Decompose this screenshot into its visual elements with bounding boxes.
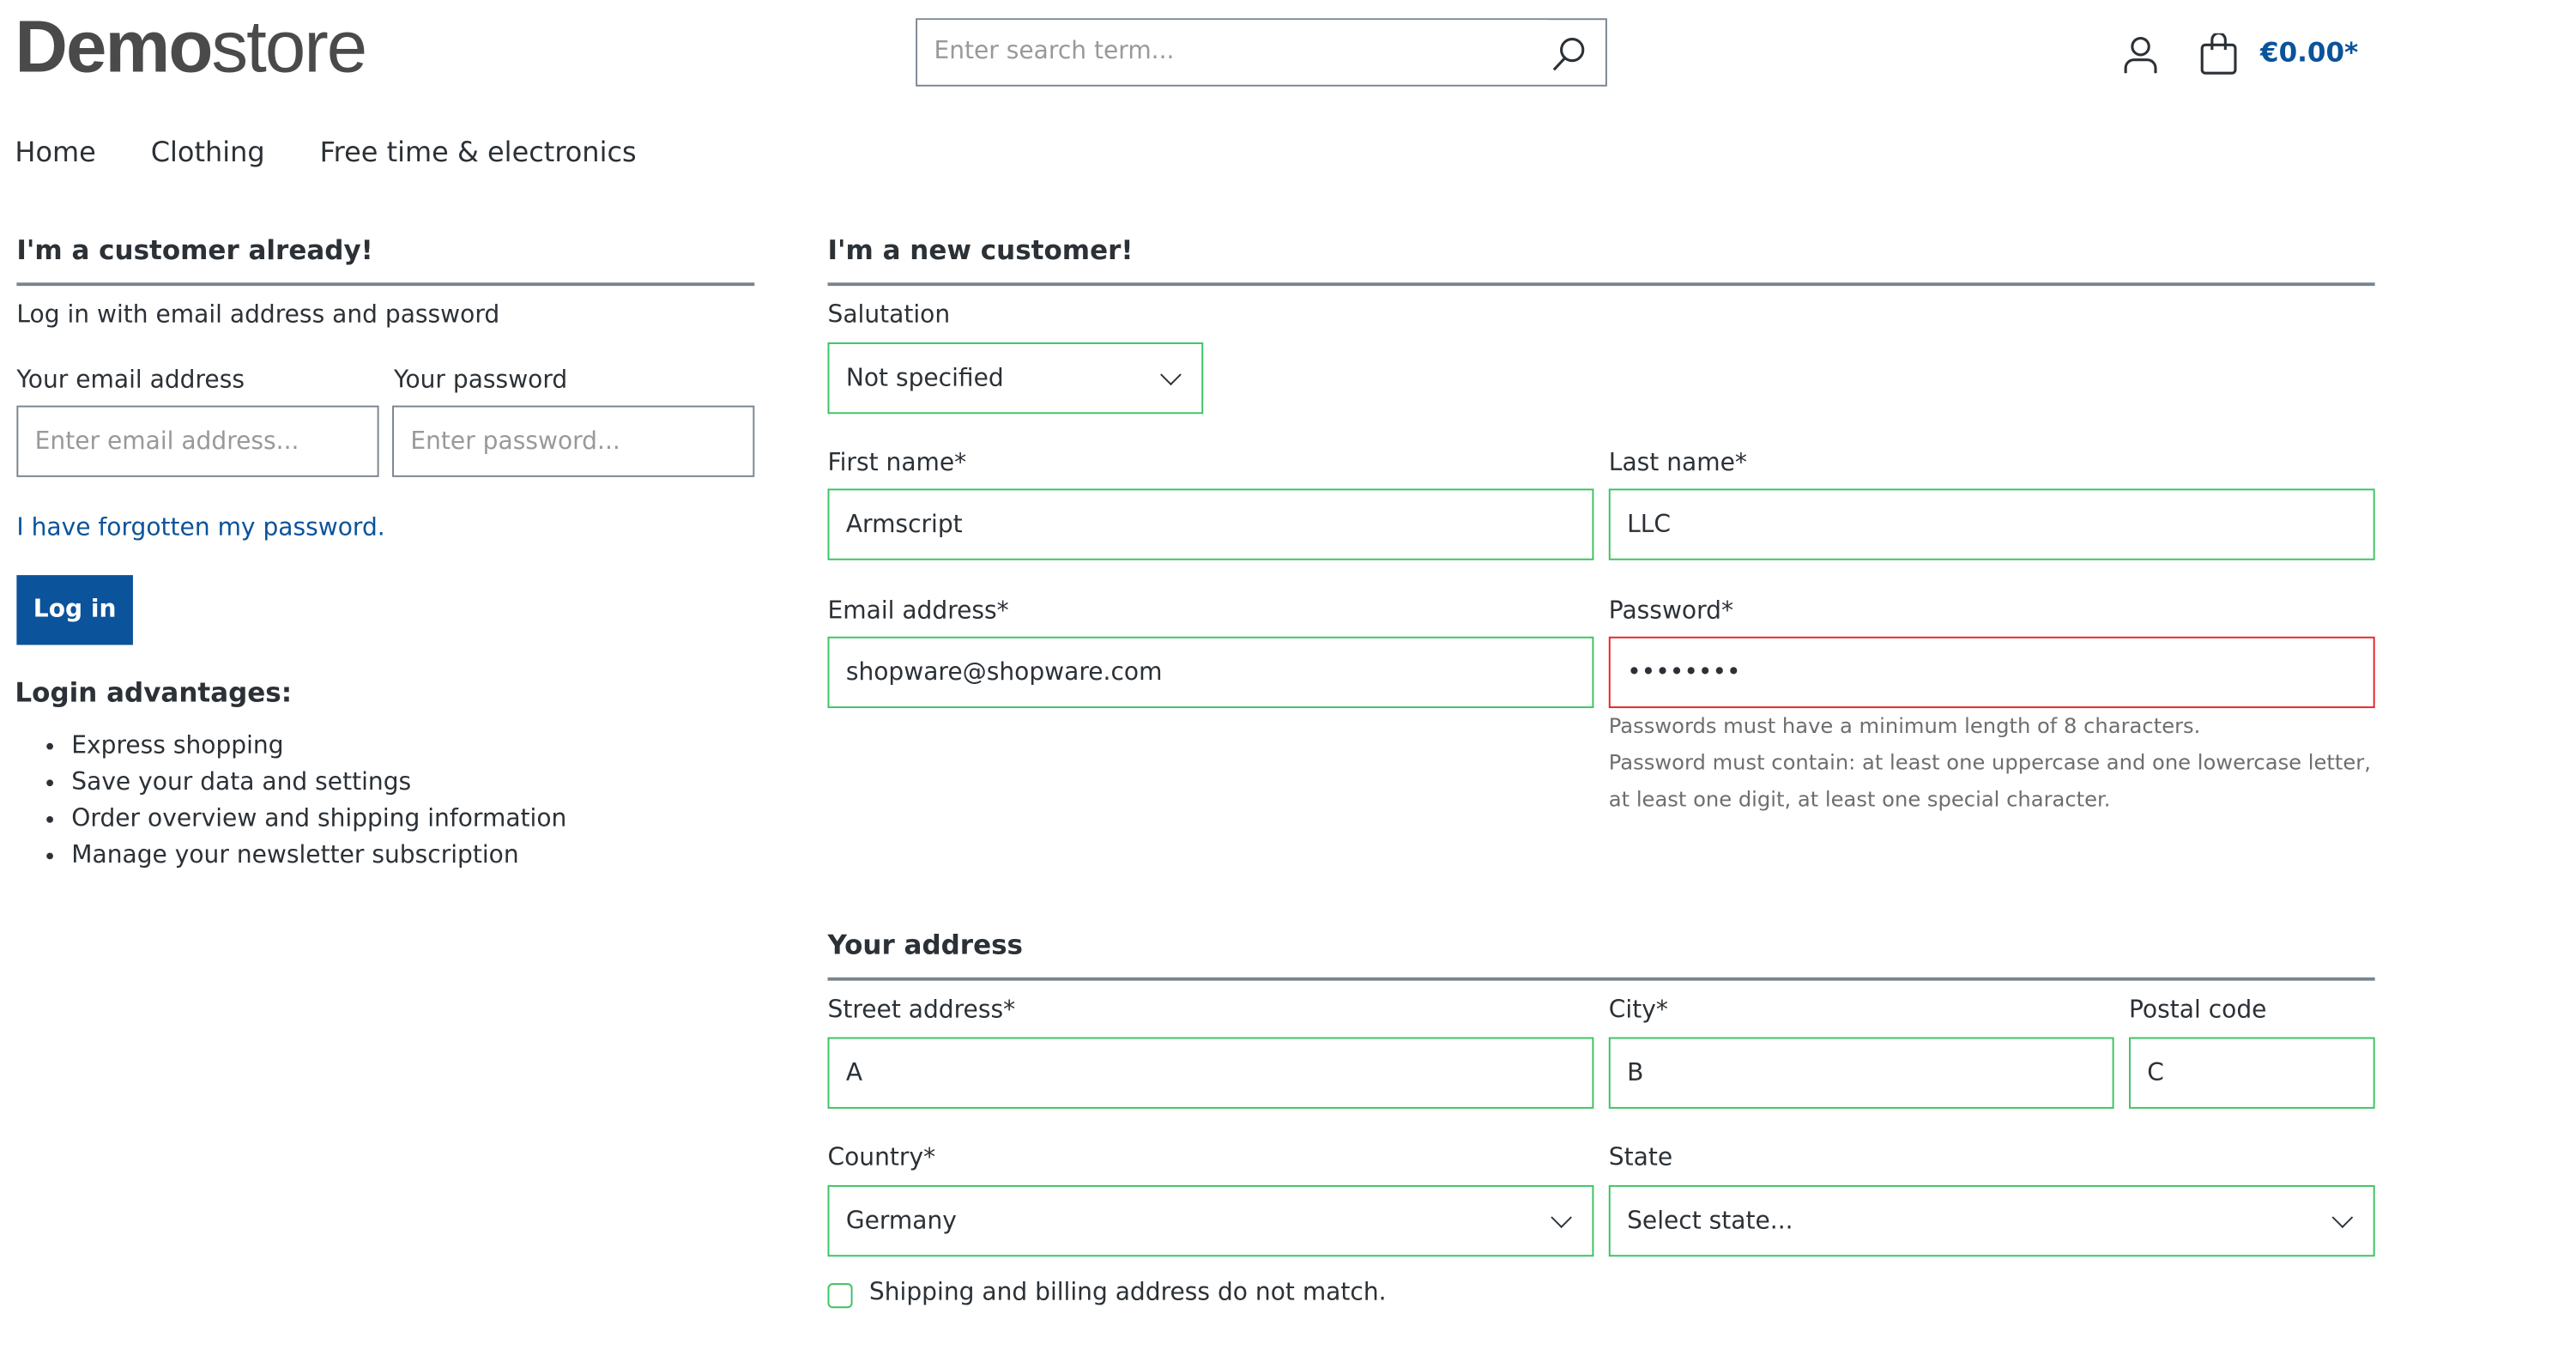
address-title: Your address (827, 929, 1023, 961)
first-name-label: First name* (827, 450, 967, 477)
salutation-label: Salutation (827, 302, 951, 330)
chevron-down-icon (2331, 1206, 2354, 1228)
logo[interactable]: Demostore (15, 7, 367, 90)
divider (827, 282, 2375, 287)
password-label: Your password (394, 367, 568, 395)
nav-free-time-electronics[interactable]: Free time & electronics (320, 136, 637, 168)
forgot-password-link[interactable]: I have forgotten my password. (16, 515, 384, 542)
email-address-label: Email address* (827, 598, 1009, 626)
salutation-select[interactable]: Not specified (827, 342, 1204, 415)
advantages-title: Login advantages: (15, 676, 293, 709)
postal-code-label: Postal code (2129, 997, 2267, 1025)
email-address-input[interactable] (829, 638, 1593, 707)
divider (827, 977, 2375, 981)
different-shipping-label[interactable]: Shipping and billing address do not matc… (869, 1280, 1387, 1306)
cart-total[interactable]: €0.00* (2260, 37, 2358, 69)
login-subtitle: Log in with email address and password (16, 302, 500, 330)
list-item: Save your data and settings (71, 765, 566, 802)
search-input[interactable] (917, 20, 1550, 83)
street-label: Street address* (827, 997, 1016, 1025)
last-name-input[interactable] (1610, 490, 2373, 559)
register-password-input[interactable] (1610, 638, 2373, 707)
main-nav: Home Clothing Free time & electronics (15, 136, 691, 168)
register-password-label: Password* (1608, 598, 1734, 626)
search-icon[interactable] (1551, 37, 1587, 74)
city-label: City* (1608, 997, 1668, 1025)
email-label: Your email address (16, 367, 245, 395)
search-box (916, 18, 1607, 87)
last-name-label: Last name* (1608, 450, 1747, 477)
login-button[interactable]: Log in (16, 575, 133, 645)
different-shipping-checkbox[interactable] (827, 1283, 853, 1309)
login-title: I'm a customer already! (16, 234, 373, 266)
nav-home[interactable]: Home (15, 136, 95, 168)
country-select[interactable]: Germany (827, 1184, 1594, 1257)
password-hint: Passwords must have a minimum length of … (1608, 712, 2371, 812)
postal-code-input[interactable] (2130, 1038, 2373, 1107)
login-password-input[interactable] (394, 407, 753, 475)
chevron-down-icon (1160, 363, 1182, 385)
first-name-input[interactable] (829, 490, 1593, 559)
country-label: Country* (827, 1145, 936, 1172)
chevron-down-icon (1551, 1206, 1572, 1228)
login-email-input[interactable] (18, 407, 378, 475)
list-item: Order overview and shipping information (71, 802, 566, 838)
account-icon[interactable] (2120, 35, 2160, 75)
state-label: State (1608, 1145, 1673, 1172)
state-select[interactable]: Select state... (1608, 1184, 2375, 1257)
nav-clothing[interactable]: Clothing (151, 136, 265, 168)
city-input[interactable] (1610, 1038, 2113, 1107)
divider (16, 282, 755, 287)
list-item: Express shopping (71, 728, 566, 765)
list-item: Manage your newsletter subscription (71, 838, 566, 875)
street-input[interactable] (829, 1038, 1593, 1107)
advantages-list: Express shopping Save your data and sett… (16, 728, 566, 874)
register-title: I'm a new customer! (827, 234, 1134, 266)
cart-icon[interactable] (2198, 33, 2238, 76)
